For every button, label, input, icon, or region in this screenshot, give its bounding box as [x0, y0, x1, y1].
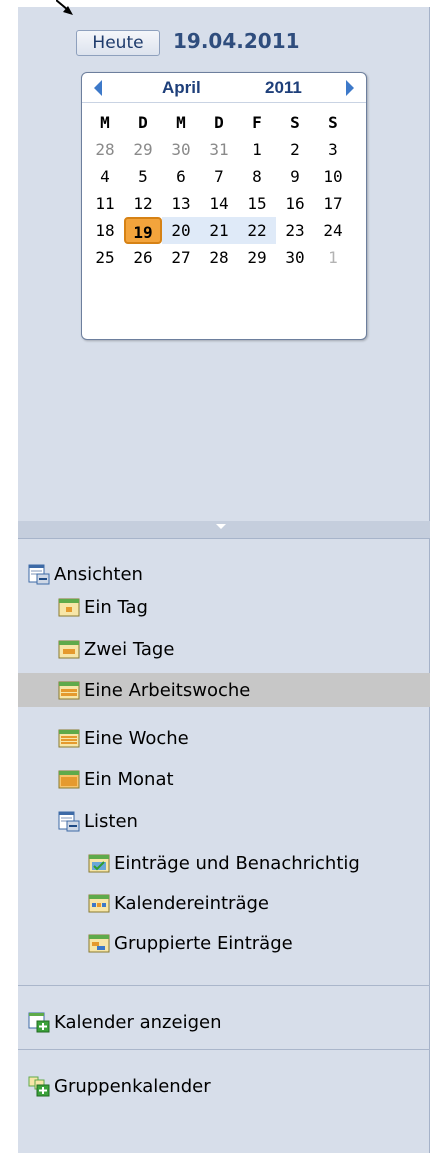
calendar-checkmark-icon: [88, 854, 110, 873]
calendar-day[interactable]: 13: [162, 190, 200, 217]
calendar-day[interactable]: 21: [200, 217, 238, 244]
tree-item-gruppenkalender[interactable]: Gruppenkalender: [28, 1069, 211, 1103]
calendar-day[interactable]: 28: [86, 136, 124, 163]
calendar-day[interactable]: 29: [124, 136, 162, 163]
next-month-arrow-icon[interactable]: [346, 80, 354, 96]
calendar-day[interactable]: 8: [238, 163, 276, 190]
tree-item-zwei-tage[interactable]: Zwei Tage: [58, 632, 174, 666]
calendar-day[interactable]: 28: [200, 244, 238, 271]
tree-label: Listen: [84, 810, 138, 832]
previous-month-arrow-icon[interactable]: [94, 80, 102, 96]
tree-label: Kalender anzeigen: [54, 1011, 222, 1033]
calendar-day[interactable]: 23: [276, 217, 314, 244]
weekday-header: M: [100, 113, 110, 132]
calendar-day[interactable]: 1: [314, 244, 352, 271]
tree-label: Gruppenkalender: [54, 1075, 211, 1097]
calendar-day[interactable]: 30: [276, 244, 314, 271]
calendar-workweek-icon: [58, 681, 80, 700]
list-view-icon: [58, 811, 80, 832]
add-calendar-icon: [28, 1012, 50, 1033]
calendar-day[interactable]: 26: [124, 244, 162, 271]
calendar-day[interactable]: 16: [276, 190, 314, 217]
tree-item-ein-tag[interactable]: Ein Tag: [58, 590, 148, 624]
divider: [18, 985, 430, 986]
today-button[interactable]: Heute: [76, 30, 160, 56]
tree-label: Eine Arbeitswoche: [84, 679, 251, 701]
calendar-day[interactable]: 30: [162, 136, 200, 163]
calendar-grid: M D M D F S S 28 29 30 31 1 2 3 4 5 6 7 …: [86, 109, 362, 271]
calendar-day[interactable]: 10: [314, 163, 352, 190]
splitter-grip-icon: [216, 524, 226, 529]
calendar-day-icon: [58, 598, 80, 617]
weekday-header: D: [138, 113, 148, 132]
tree-item-woche[interactable]: Eine Woche: [58, 721, 189, 755]
weekday-header: D: [214, 113, 224, 132]
tree-item-gruppierte-eintraege[interactable]: Gruppierte Einträge: [88, 926, 293, 960]
weekday-header: S: [328, 113, 338, 132]
calendar-day[interactable]: 1: [238, 136, 276, 163]
mini-calendar: April 2011 M D M D F S S 28 29 30 31 1 2…: [81, 72, 367, 340]
weekday-header: S: [290, 113, 300, 132]
tree-item-eintraege-benachrichtigungen[interactable]: Einträge und Benachrichtig: [88, 846, 360, 880]
tree-label: Einträge und Benachrichtig: [114, 852, 360, 874]
calendar-year[interactable]: 2011: [265, 78, 302, 98]
pane-splitter[interactable]: [18, 521, 430, 539]
calendar-day[interactable]: 27: [162, 244, 200, 271]
calendar-day[interactable]: 17: [314, 190, 352, 217]
tree-label: Kalendereinträge: [114, 892, 269, 914]
tree-item-kalendereintraege[interactable]: Kalendereinträge: [88, 886, 269, 920]
tree-label: Ein Monat: [84, 768, 174, 790]
group-calendar-icon: [28, 1076, 50, 1097]
weekday-header: M: [176, 113, 186, 132]
tree-label: Zwei Tage: [84, 638, 175, 660]
calendar-day[interactable]: 9: [276, 163, 314, 190]
left-margin: [0, 0, 18, 1153]
calendar-day[interactable]: 6: [162, 163, 200, 190]
calendar-two-days-icon: [58, 640, 80, 659]
calendar-day[interactable]: 15: [238, 190, 276, 217]
calendar-day[interactable]: 29: [238, 244, 276, 271]
calendar-day[interactable]: 14: [200, 190, 238, 217]
calendar-grouped-icon: [88, 934, 110, 953]
annotation-arrow-icon: [56, 0, 73, 15]
calendar-day[interactable]: 24: [314, 217, 352, 244]
calendar-day[interactable]: 5: [124, 163, 162, 190]
tree-label: Ein Tag: [84, 596, 148, 618]
calendar-day[interactable]: 25: [86, 244, 124, 271]
list-view-icon: [28, 564, 50, 585]
calendar-day[interactable]: 20: [162, 217, 200, 244]
calendar-month-icon: [58, 770, 80, 789]
calendar-day[interactable]: 3: [314, 136, 352, 163]
tree-label: Gruppierte Einträge: [114, 932, 293, 954]
tree-label: Eine Woche: [84, 727, 189, 749]
current-date: 19.04.2011: [173, 29, 300, 53]
calendar-day[interactable]: 2: [276, 136, 314, 163]
calendar-day[interactable]: 7: [200, 163, 238, 190]
divider: [18, 1049, 430, 1050]
calendar-day[interactable]: 18: [86, 217, 124, 244]
calendar-day[interactable]: 31: [200, 136, 238, 163]
calendar-day[interactable]: 11: [86, 190, 124, 217]
tree-item-kalender-anzeigen[interactable]: Kalender anzeigen: [28, 1005, 222, 1039]
calendar-day[interactable]: 22: [238, 217, 276, 244]
calendar-week-icon: [58, 729, 80, 748]
calendar-header: April 2011: [82, 73, 366, 103]
tree-item-monat[interactable]: Ein Monat: [58, 762, 174, 796]
calendar-month[interactable]: April: [162, 78, 201, 98]
tree-item-listen[interactable]: Listen: [58, 804, 138, 838]
calendar-day[interactable]: 4: [86, 163, 124, 190]
weekday-header: F: [252, 113, 262, 132]
calendar-day[interactable]: 12: [124, 190, 162, 217]
tree-item-arbeitswoche[interactable]: Eine Arbeitswoche: [18, 673, 430, 707]
tree-label: Ansichten: [54, 563, 143, 585]
tree-item-ansichten[interactable]: Ansichten: [28, 557, 143, 591]
calendar-entries-icon: [88, 894, 110, 913]
calendar-day-selected[interactable]: 19: [124, 217, 162, 244]
